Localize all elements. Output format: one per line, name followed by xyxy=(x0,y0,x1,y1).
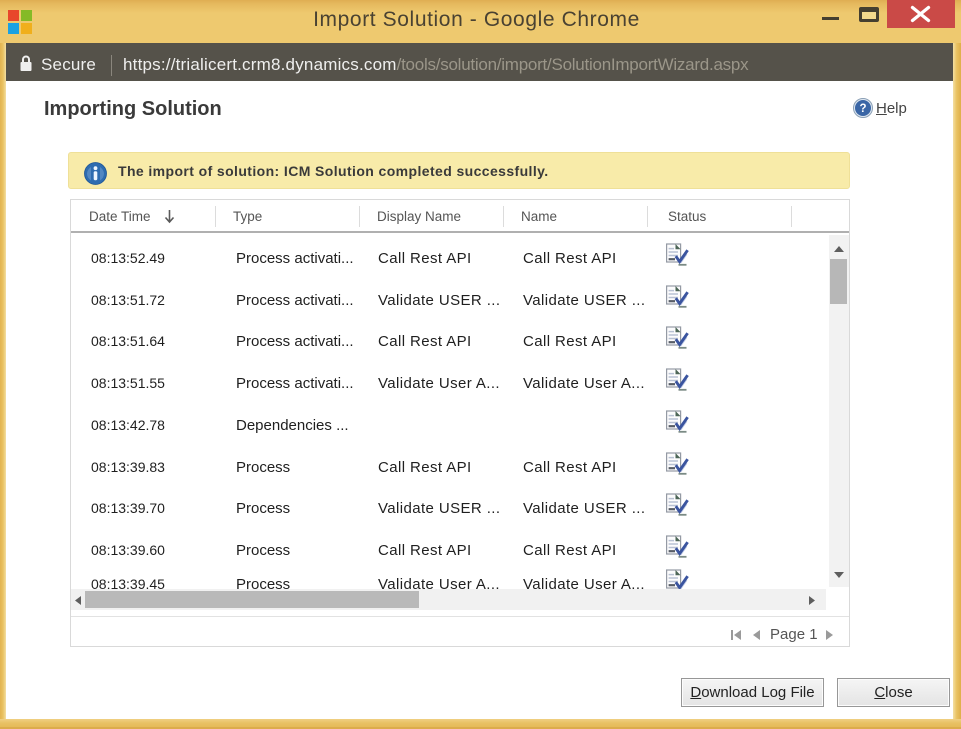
svg-text:?: ? xyxy=(859,103,866,115)
